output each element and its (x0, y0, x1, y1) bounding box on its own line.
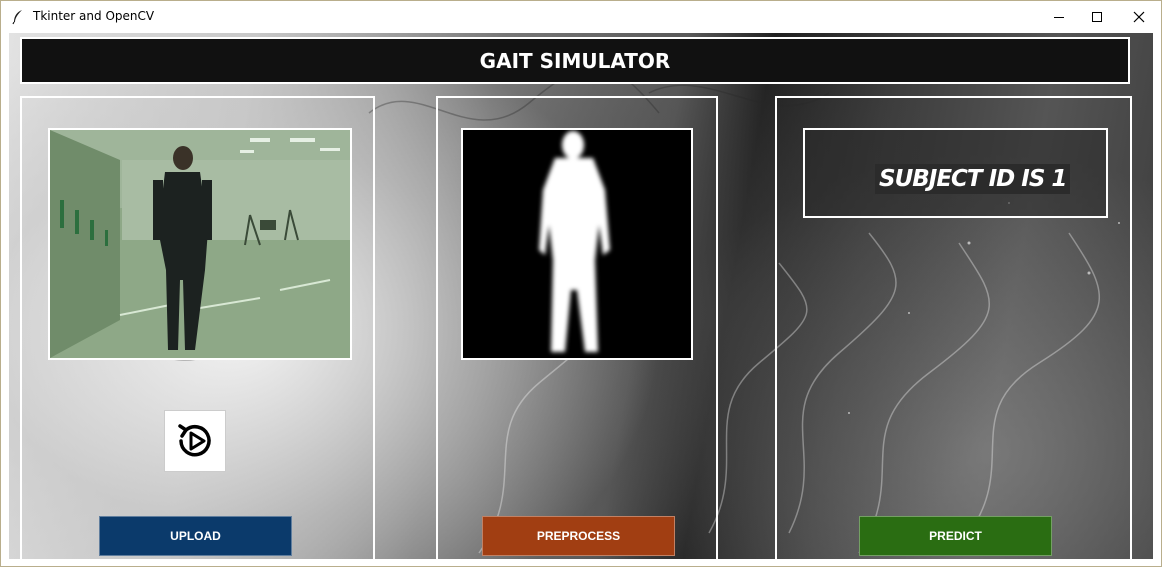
header-banner: GAIT SIMULATOR (20, 37, 1130, 84)
maximize-button[interactable] (1077, 1, 1117, 33)
video-frame (48, 128, 352, 360)
preprocess-panel: PREPROCESS (436, 96, 718, 559)
upload-panel: UPLOAD (20, 96, 375, 559)
silhouette-frame (461, 128, 693, 360)
window-title: Tkinter and OpenCV (33, 9, 155, 23)
upload-button[interactable]: UPLOAD (99, 516, 292, 556)
silhouette-mask-image (539, 131, 610, 352)
result-frame: SUBJECT ID IS 1 (803, 128, 1108, 218)
app-canvas: GAIT SIMULATOR UPLOAD PREPROCESS SUBJECT… (9, 33, 1153, 559)
predict-button[interactable]: PREDICT (859, 516, 1052, 556)
predict-panel: SUBJECT ID IS 1 PREDICT (775, 96, 1132, 559)
minimize-icon (1054, 17, 1064, 18)
replay-button[interactable] (164, 410, 226, 472)
close-button[interactable] (1119, 1, 1159, 33)
minimize-button[interactable] (1039, 1, 1079, 33)
prediction-result: SUBJECT ID IS 1 (875, 164, 1071, 194)
replay-play-icon (178, 424, 211, 457)
close-icon (1133, 11, 1145, 23)
page-title: GAIT SIMULATOR (479, 48, 671, 73)
preprocess-button[interactable]: PREPROCESS (482, 516, 675, 556)
walking-person-image (50, 130, 350, 358)
app-window: Tkinter and OpenCV GAIT SIMULATOR UPLOAD… (0, 0, 1162, 567)
maximize-icon (1092, 12, 1102, 22)
feather-icon (12, 10, 22, 25)
title-bar: Tkinter and OpenCV (1, 1, 1161, 33)
